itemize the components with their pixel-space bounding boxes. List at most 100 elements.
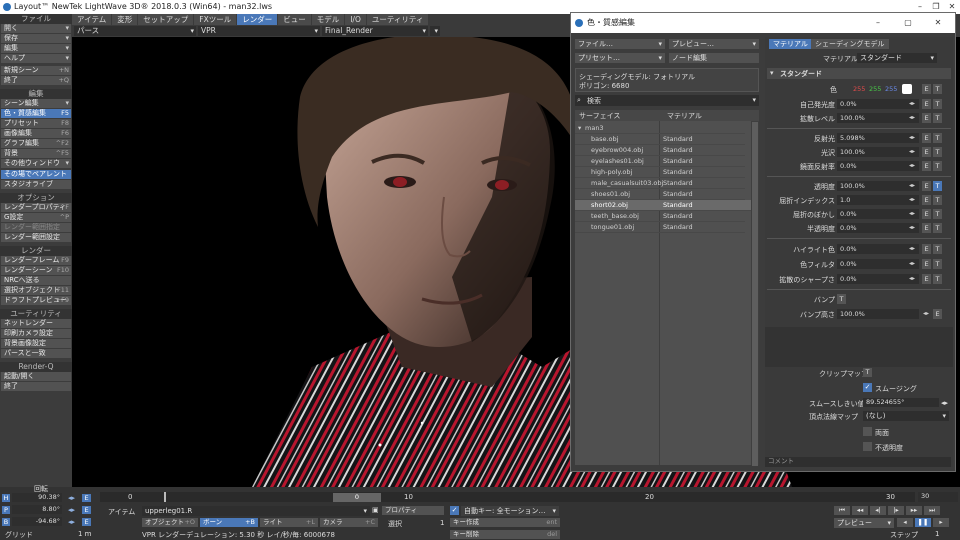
end-frame-input[interactable]: 30 <box>918 492 958 502</box>
color-g-value[interactable]: 255 <box>869 85 881 93</box>
close-icon[interactable]: ✕ <box>923 16 953 30</box>
delete-key-button[interactable]: キー削除 del <box>450 530 560 539</box>
surface-row[interactable]: shoes01.obj Standard <box>575 189 745 200</box>
maximize-icon[interactable]: ▢ <box>893 16 923 30</box>
parent-in-place-button[interactable]: その場でペアレント <box>1 170 71 179</box>
clip-map-texture-button[interactable]: T <box>863 368 872 377</box>
envelope-button[interactable]: E <box>922 274 931 284</box>
create-key-button[interactable]: キー作成 ent <box>450 518 560 527</box>
auto-key-select[interactable]: 自動キー: 全モーション… <box>461 506 559 516</box>
texture-button[interactable]: T <box>933 195 942 205</box>
next-key-icon[interactable]: ▸▸ <box>906 506 922 515</box>
comment-field[interactable]: コメント <box>765 457 951 467</box>
envelope-button[interactable]: E <box>922 209 931 219</box>
scene-edit-button[interactable]: シーン編集 <box>1 99 71 108</box>
render-scene-button[interactable]: レンダーシーン F10 <box>1 266 71 275</box>
envelope-button[interactable]: E <box>922 133 931 143</box>
smoothing-checkbox[interactable]: ✓ <box>863 383 872 392</box>
texture-button[interactable]: T <box>933 209 942 219</box>
tab-setup[interactable]: セットアップ <box>138 14 194 25</box>
view-mode-select[interactable]: パース <box>74 26 196 36</box>
color-texture-button[interactable]: T <box>933 84 942 94</box>
open-menu[interactable]: 開く <box>1 24 71 33</box>
color-r-value[interactable]: 255 <box>853 85 865 93</box>
g-settings-button[interactable]: G設定 ^P <box>1 213 71 222</box>
renderq-quit-button[interactable]: 終了 <box>1 382 71 391</box>
surface-editor-button[interactable]: 色・質感編集 F5 <box>1 109 71 118</box>
texture-button[interactable]: T <box>933 161 942 171</box>
minimize-icon[interactable]: – <box>863 16 893 30</box>
envelope-e-button[interactable]: E <box>82 506 91 514</box>
render-region-button[interactable]: レンダー範囲指定 <box>1 223 71 232</box>
texture-button[interactable]: T <box>933 244 942 254</box>
pause-icon[interactable]: ❚❚ <box>915 518 931 527</box>
tab-io[interactable]: I/O <box>345 14 366 25</box>
surface-column-header[interactable]: サーフェイス <box>579 111 620 121</box>
play-forward-icon[interactable]: ▸ <box>933 518 949 527</box>
surface-row[interactable]: teeth_base.obj Standard <box>575 211 745 222</box>
color-swatch[interactable] <box>902 84 912 94</box>
objects-button[interactable]: オブジェクト +O <box>142 518 198 527</box>
color-filter-input[interactable]: 0.0% <box>837 259 919 269</box>
envelope-button[interactable]: E <box>922 259 931 269</box>
tab-item[interactable]: アイテム <box>72 14 112 25</box>
preset-menu[interactable]: プリセット… <box>575 53 665 63</box>
tab-material[interactable]: マテリアル <box>769 39 812 49</box>
color-highlights-input[interactable]: 0.0% <box>837 244 919 254</box>
viewport-options-select[interactable] <box>430 26 440 36</box>
auto-key-checkbox[interactable]: ✓ <box>450 506 459 515</box>
preset-button[interactable]: プリセット F8 <box>1 119 71 128</box>
draft-preview-button[interactable]: ドラフトプレビュー +F9 <box>1 296 71 305</box>
diffuse-sharpness-input[interactable]: 0.0% <box>837 274 919 284</box>
render-selected-button[interactable]: 選択オブジェクト F11 <box>1 286 71 295</box>
render-region-settings-button[interactable]: レンダー範囲設定 <box>1 233 71 242</box>
help-menu[interactable]: ヘルプ <box>1 54 71 63</box>
texture-button-active[interactable]: T <box>933 181 942 191</box>
preview-menu[interactable]: プレビュー… <box>669 39 759 49</box>
envelope-e-button[interactable]: E <box>82 518 91 526</box>
envelope-button[interactable]: E <box>922 113 931 123</box>
tab-view[interactable]: ビュー <box>278 14 311 25</box>
translucency-input[interactable]: 0.0% <box>837 223 919 233</box>
glossiness-input[interactable]: 100.0% <box>837 147 919 157</box>
envelope-button[interactable]: E <box>922 195 931 205</box>
surface-group-row[interactable]: ▾ man3 <box>575 123 745 134</box>
texture-button[interactable]: T <box>933 133 942 143</box>
save-menu[interactable]: 保存 <box>1 34 71 43</box>
diffuse-input[interactable]: 100.0% <box>837 113 919 123</box>
surface-row[interactable]: tongue01.obj Standard <box>575 222 745 233</box>
current-item-select[interactable]: upperleg01.R <box>142 506 370 516</box>
luminosity-input[interactable]: 0.0% <box>837 99 919 109</box>
refraction-index-input[interactable]: 1.0 <box>837 195 919 205</box>
net-render-button[interactable]: ネットレンダー <box>1 319 71 328</box>
node-edit-button[interactable]: ノード編集 <box>669 53 759 63</box>
properties-button[interactable]: プロパティ <box>382 506 444 515</box>
timeline-ruler[interactable]: 0 10 20 30 <box>100 492 915 502</box>
bones-button[interactable]: ボーン +B <box>200 518 258 527</box>
envelope-button[interactable]: E <box>922 147 931 157</box>
arrows-icon[interactable]: ◂▸ <box>941 399 948 407</box>
surface-row[interactable]: base.obj Standard <box>575 134 745 145</box>
quit-button[interactable]: 終了 +Q <box>1 76 71 85</box>
surface-row[interactable]: male_casualsuit03.obj Standard <box>575 178 745 189</box>
double-sided-checkbox[interactable] <box>863 427 872 436</box>
prev-key-icon[interactable]: ◂◂ <box>852 506 868 515</box>
tab-fx-tools[interactable]: FXツール <box>194 14 237 25</box>
vertex-normal-select[interactable]: (なし) <box>863 411 949 421</box>
reflection-input[interactable]: 0.0% <box>837 161 919 171</box>
go-to-start-icon[interactable]: ⏮ <box>834 506 850 515</box>
new-scene-button[interactable]: 新規シーン +N <box>1 66 71 75</box>
channel-arrows-icon[interactable]: ◂▸ <box>68 506 75 514</box>
envelope-button[interactable]: E <box>922 99 931 109</box>
specularity-input[interactable]: 5.098% <box>837 133 919 143</box>
lights-button[interactable]: ライト +L <box>260 518 318 527</box>
standard-section-header[interactable]: ▾ スタンダード <box>767 68 951 79</box>
envelope-button[interactable]: E <box>922 244 931 254</box>
bump-texture-button[interactable]: T <box>837 294 846 304</box>
envelope-button[interactable]: E <box>922 223 931 233</box>
color-envelope-button[interactable]: E <box>922 84 931 94</box>
smooth-threshold-input[interactable]: 89.524655° <box>863 398 939 407</box>
tab-render[interactable]: レンダー <box>237 14 278 25</box>
timeline-playhead[interactable] <box>164 492 166 502</box>
surface-row[interactable]: eyebrow004.obj Standard <box>575 145 745 156</box>
